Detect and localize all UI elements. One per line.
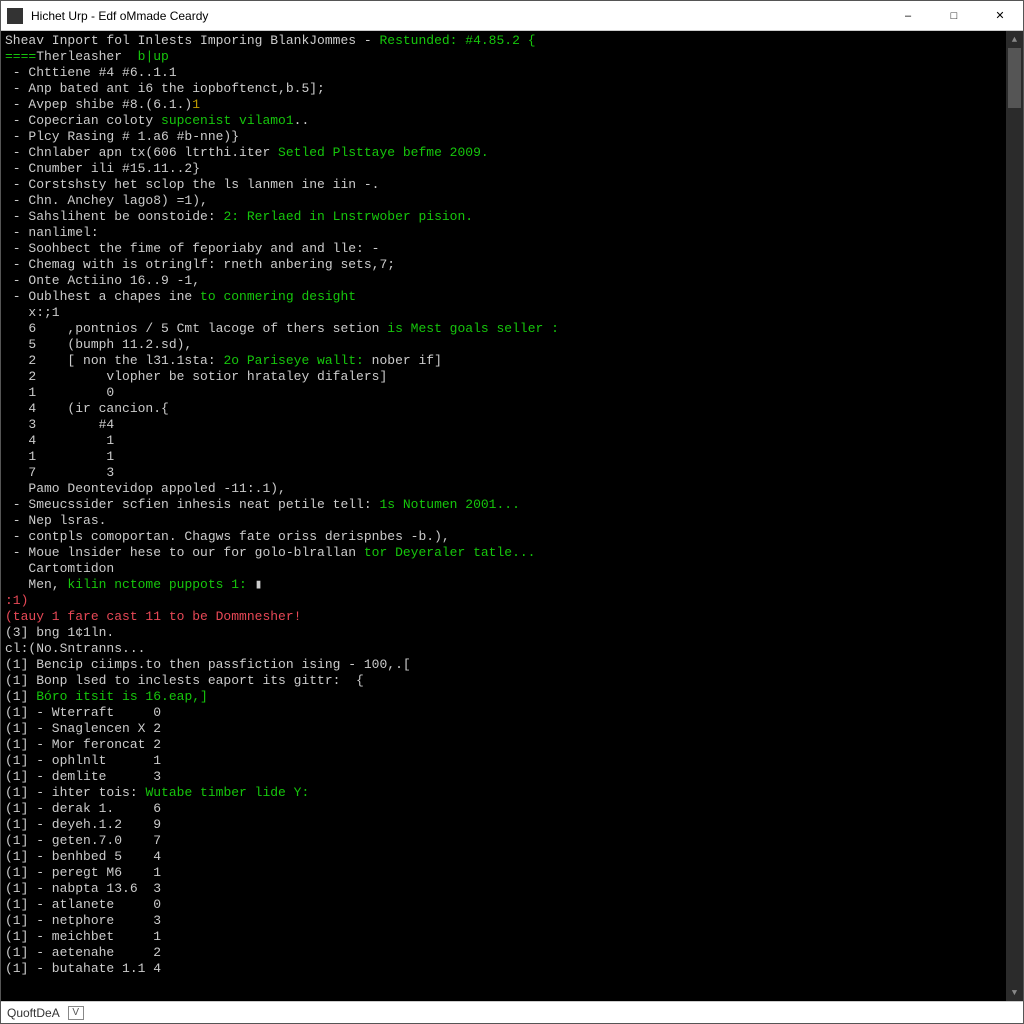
terminal-line: x:;1: [5, 305, 1002, 321]
terminal-line: (1] - Mor feroncat 2: [5, 737, 1002, 753]
terminal-line: - Cnumber ili #15.11..2}: [5, 161, 1002, 177]
terminal-line: (1] - ihter tois: Wutabe timber lide Y:: [5, 785, 1002, 801]
scroll-down-button[interactable]: ▼: [1006, 984, 1023, 1001]
terminal-line: - nanlimel:: [5, 225, 1002, 241]
terminal-line: (1] - Wterraft 0: [5, 705, 1002, 721]
terminal-client: Sheav Inport fol Inlests Imporing BlankJ…: [1, 31, 1023, 1001]
terminal-line: (1] Bonp lsed to inclests eaport its git…: [5, 673, 1002, 689]
terminal-line: (1] - netphore 3: [5, 913, 1002, 929]
terminal-line: (1] - atlanete 0: [5, 897, 1002, 913]
status-box[interactable]: V: [68, 1006, 84, 1020]
terminal-line: (1] - geten.7.0 7: [5, 833, 1002, 849]
terminal-line: (1] - Snaglencen X 2: [5, 721, 1002, 737]
terminal-line: - Smeucssider scfien inhesis neat petile…: [5, 497, 1002, 513]
terminal-line: (1] - derak 1. 6: [5, 801, 1002, 817]
terminal-line: cl:(No.Sntranns...: [5, 641, 1002, 657]
terminal-line: (1] - deyeh.1.2 9: [5, 817, 1002, 833]
terminal-line: - Chemag with is otringlf: rneth anberin…: [5, 257, 1002, 273]
terminal-line: 3 #4: [5, 417, 1002, 433]
terminal-line: - Chttiene #4 #6..1.1: [5, 65, 1002, 81]
minimize-button[interactable]: –: [885, 1, 931, 31]
terminal-line: - Chnlaber apn tx(606 ltrthi.iter Setled…: [5, 145, 1002, 161]
terminal-line: - Anp bated ant i6 the iopboftenct,b.5];: [5, 81, 1002, 97]
terminal-line: 2 [ non the l31.1sta: 2o Pariseye wallt:…: [5, 353, 1002, 369]
terminal-line: (3] bng 1¢1ln.: [5, 625, 1002, 641]
terminal-line: - contpls comoportan. Chagws fate oriss …: [5, 529, 1002, 545]
terminal-line: - Oublhest a chapes ine to conmering des…: [5, 289, 1002, 305]
app-icon: [7, 8, 23, 24]
terminal-line: - Sahslihent be oonstoide: 2: Rerlaed in…: [5, 209, 1002, 225]
terminal-line: (1] - demlite 3: [5, 769, 1002, 785]
terminal-line: - Copecrian coloty supcenist vilamo1..: [5, 113, 1002, 129]
terminal-line: 4 1: [5, 433, 1002, 449]
terminal-line: - Corstshsty het sclop the ls lanmen ine…: [5, 177, 1002, 193]
terminal-line: - Avpep shibe #8.(6.1.)1: [5, 97, 1002, 113]
window-title: Hichet Urp - Edf oMmade Ceardy: [29, 9, 885, 23]
terminal-line: 6 ,pontnios / 5 Cmt lacoge of thers seti…: [5, 321, 1002, 337]
vertical-scrollbar[interactable]: ▲ ▼: [1006, 31, 1023, 1001]
terminal-line: (1] - nabpta 13.6 3: [5, 881, 1002, 897]
terminal-line: (1] - meichbet 1: [5, 929, 1002, 945]
terminal-line: 1 0: [5, 385, 1002, 401]
terminal-line: - Plcy Rasing # 1.a6 #b-nne)}: [5, 129, 1002, 145]
terminal-line: - Onte Actiino 16..9 -1,: [5, 273, 1002, 289]
terminal-line: - Chn. Anchey lago8) =1),: [5, 193, 1002, 209]
terminal-line: (1] - butahate 1.1 4: [5, 961, 1002, 977]
terminal-line: (1] - ophlnlt 1: [5, 753, 1002, 769]
terminal-line: (1] - benhbed 5 4: [5, 849, 1002, 865]
terminal-line: Sheav Inport fol Inlests Imporing BlankJ…: [5, 33, 1002, 49]
terminal-line: 7 3: [5, 465, 1002, 481]
terminal-line: 2 vlopher be sotior hrataley difalers]: [5, 369, 1002, 385]
terminal-line: :1): [5, 593, 1002, 609]
app-window: Hichet Urp - Edf oMmade Ceardy – □ ✕ She…: [0, 0, 1024, 1024]
terminal-line: Men, kilin nctome puppots 1: ▮: [5, 577, 1002, 593]
terminal-line: 5 (bumph 11.2.sd),: [5, 337, 1002, 353]
terminal-line: - Nep lsras.: [5, 513, 1002, 529]
terminal-line: Cartomtidon: [5, 561, 1002, 577]
terminal-line: (1] Bóro itsit is 16.eap,]: [5, 689, 1002, 705]
terminal-output[interactable]: Sheav Inport fol Inlests Imporing BlankJ…: [1, 31, 1006, 1001]
terminal-line: ====Therleasher b|up: [5, 49, 1002, 65]
terminal-line: (1] - aetenahe 2: [5, 945, 1002, 961]
terminal-line: 1 1: [5, 449, 1002, 465]
titlebar[interactable]: Hichet Urp - Edf oMmade Ceardy – □ ✕: [1, 1, 1023, 31]
terminal-line: - Soohbect the fime of feporiaby and and…: [5, 241, 1002, 257]
close-button[interactable]: ✕: [977, 1, 1023, 31]
terminal-line: (tauy 1 fare cast 11 to be Dommnesher!: [5, 609, 1002, 625]
scroll-thumb[interactable]: [1008, 48, 1021, 108]
status-label: QuoftDeA: [7, 1006, 60, 1020]
terminal-line: Pamo Deontevidop appoled -11:.1),: [5, 481, 1002, 497]
terminal-line: (1] - peregt M6 1: [5, 865, 1002, 881]
status-bar: QuoftDeA V: [1, 1001, 1023, 1023]
terminal-line: 4 (ir cancion.{: [5, 401, 1002, 417]
terminal-line: (1] Bencip ciimps.to then passfiction is…: [5, 657, 1002, 673]
terminal-line: - Moue lnsider hese to our for golo-blra…: [5, 545, 1002, 561]
maximize-button[interactable]: □: [931, 1, 977, 31]
scroll-up-button[interactable]: ▲: [1006, 31, 1023, 48]
